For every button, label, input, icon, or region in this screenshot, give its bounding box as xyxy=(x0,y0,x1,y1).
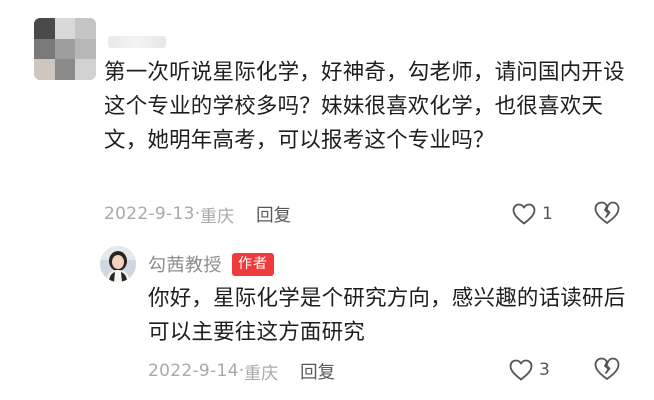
reply-location: 重庆 xyxy=(244,363,279,384)
comment-date: 2022-9-13 xyxy=(104,204,195,224)
reply-header: 勾茜教授 作者 xyxy=(148,250,274,278)
author-name[interactable]: 勾茜教授 xyxy=(148,251,222,277)
avatar[interactable] xyxy=(34,18,96,80)
username-blurred[interactable] xyxy=(108,36,166,48)
reply-date: 2022-9-14 xyxy=(148,361,239,381)
comment-text: 第一次听说星际化学，好神奇，勾老师，请问国内开设这个专业的学校多吗？妹妹很喜欢化… xyxy=(104,60,625,153)
dislike-button[interactable] xyxy=(594,201,620,227)
like-button[interactable]: 3 xyxy=(509,356,550,384)
heart-outline-icon xyxy=(509,359,533,381)
reply-button[interactable]: 回复 xyxy=(300,359,335,384)
like-button[interactable]: 1 xyxy=(512,200,553,228)
reply-meta: 2022-9-14 · 重庆 回复 xyxy=(148,357,335,385)
author-avatar[interactable] xyxy=(100,246,136,282)
author-badge: 作者 xyxy=(232,252,274,276)
broken-heart-icon xyxy=(594,201,620,224)
heart-outline-icon xyxy=(512,203,536,225)
reply-text: 你好，星际化学是个研究方向，感兴趣的话读研后可以主要往这方面研究 xyxy=(148,286,626,345)
broken-heart-icon xyxy=(594,357,620,380)
like-count: 1 xyxy=(542,204,553,224)
reply-button[interactable]: 回复 xyxy=(256,202,291,227)
author-photo xyxy=(100,246,136,282)
comment-location: 重庆 xyxy=(200,206,235,227)
dislike-button[interactable] xyxy=(594,357,620,383)
comment-meta: 2022-9-13 · 重庆 回复 xyxy=(104,200,291,228)
like-count: 3 xyxy=(539,360,550,380)
